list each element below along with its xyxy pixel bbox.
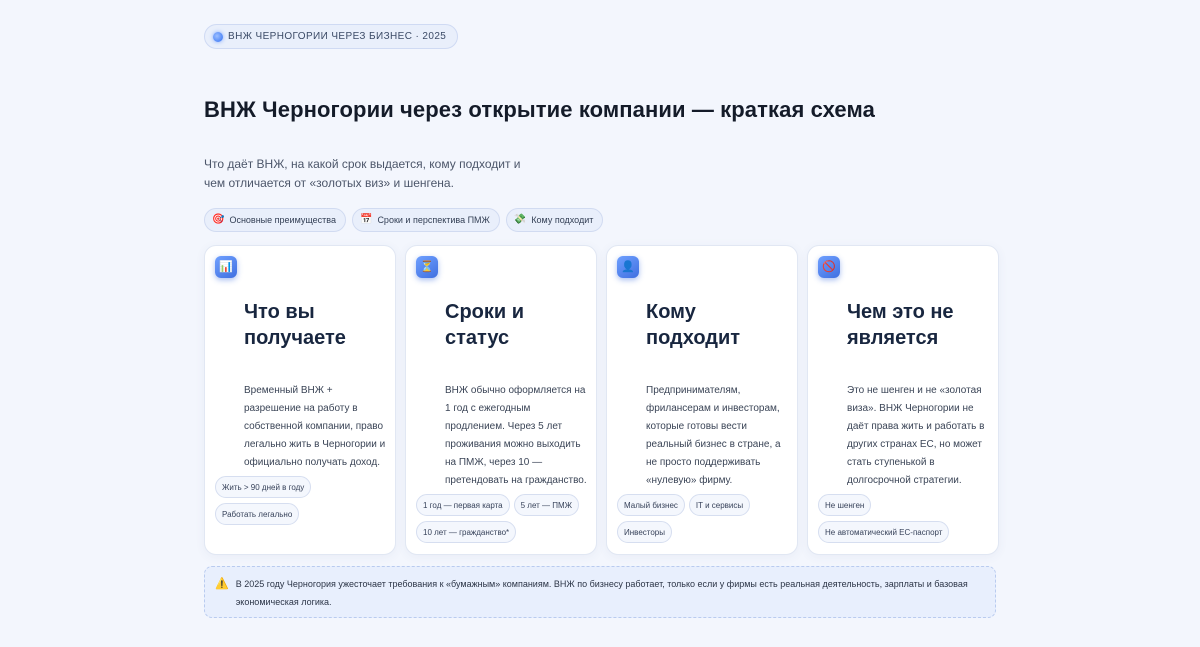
section-badge: ВНЖ ЧЕРНОГОРИИ ЧЕРЕЗ БИЗНЕС · 2025 xyxy=(204,24,459,49)
card-title: Сроки и статус xyxy=(445,301,525,349)
badge-dot-icon xyxy=(213,31,223,42)
card-text: Временный ВНЖ + разрешение на работу в с… xyxy=(244,385,386,468)
card-terms-status: ⏳ Сроки и статус ВНЖ обычно оформляется … xyxy=(405,245,597,555)
prohibited-icon: 🚫 xyxy=(818,256,840,278)
tag: 5 лет — ПМЖ xyxy=(513,494,580,516)
hourglass-icon: ⏳ xyxy=(416,256,438,278)
chip-nav: 🎯 Основные преимущества 📅 Сроки и перспе… xyxy=(204,208,604,232)
notice-text: В 2025 году Черногория ужесточает требов… xyxy=(235,579,968,607)
badge-label: ВНЖ ЧЕРНОГОРИИ ЧЕРЕЗ БИЗНЕС · 2025 xyxy=(228,31,447,42)
chart-icon: 📊 xyxy=(215,256,237,278)
warning-notice: ⚠️ В 2025 году Черногория ужесточает тре… xyxy=(204,566,996,618)
tag: IT и сервисы xyxy=(688,494,751,516)
card-title: Что вы получаете xyxy=(244,301,346,349)
card-title: Чем это не является xyxy=(847,301,954,349)
tag: Жить > 90 дней в году xyxy=(215,476,312,498)
info-cards: 📊 Что вы получаете Временный ВНЖ + разре… xyxy=(204,245,999,555)
card-text: ВНЖ обычно оформляется на 1 год с ежегод… xyxy=(445,385,587,486)
card-what-it-is-not: 🚫 Чем это не является Это не шенген и не… xyxy=(807,245,999,555)
calendar-icon: 📅 xyxy=(359,214,373,225)
chip-label: Сроки и перспектива ПМЖ xyxy=(377,215,490,225)
card-title: Кому подходит xyxy=(646,301,741,349)
tag: Не шенген xyxy=(818,494,872,516)
page: ВНЖ ЧЕРНОГОРИИ ЧЕРЕЗ БИЗНЕС · 2025 ВНЖ Ч… xyxy=(0,0,1200,647)
tag: Малый бизнес xyxy=(617,494,685,516)
tag: Не автоматический ЕС-паспорт xyxy=(818,521,950,543)
card-text: Предпринимателям, фрилансерам и инвестор… xyxy=(646,385,781,486)
target-icon: 🎯 xyxy=(212,214,225,225)
card-tags: Не шенген Не автоматический ЕС-паспорт xyxy=(818,494,994,543)
chip-label: Кому подходит xyxy=(531,215,594,225)
card-what-you-get: 📊 Что вы получаете Временный ВНЖ + разре… xyxy=(204,245,396,555)
tag: 10 лет — гражданство* xyxy=(416,521,517,543)
tag: Инвесторы xyxy=(617,521,672,543)
card-tags: Малый бизнес IT и сервисы Инвесторы xyxy=(617,494,793,543)
card-text: Это не шенген и не «золотая виза». ВНЖ Ч… xyxy=(847,385,985,486)
page-subtitle: Что даёт ВНЖ, на какой срок выдается, ко… xyxy=(204,157,521,190)
chip-advantages[interactable]: 🎯 Основные преимущества xyxy=(204,208,346,232)
chip-audience[interactable]: 💸 Кому подходит xyxy=(505,208,604,232)
warning-icon: ⚠️ xyxy=(215,578,229,590)
tag: 1 год — первая карта xyxy=(416,494,510,516)
user-icon: 👤 xyxy=(617,256,639,278)
card-tags: 1 год — первая карта 5 лет — ПМЖ 10 лет … xyxy=(416,494,592,543)
card-who-fits: 👤 Кому подходит Предпринимателям, фрилан… xyxy=(606,245,798,555)
card-tags: Жить > 90 дней в году Работать легально xyxy=(215,476,391,525)
page-title: ВНЖ Черногории через открытие компании —… xyxy=(204,97,875,122)
tag: Работать легально xyxy=(215,503,300,525)
money-icon: 💸 xyxy=(513,214,527,225)
chip-label: Основные преимущества xyxy=(229,215,336,225)
chip-timeline[interactable]: 📅 Сроки и перспектива ПМЖ xyxy=(351,208,500,232)
